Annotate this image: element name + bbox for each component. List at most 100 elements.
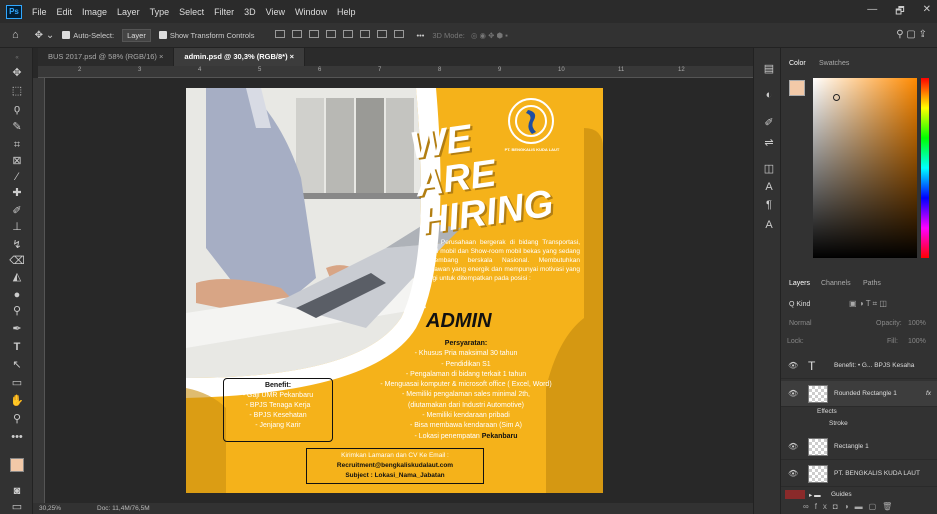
requirement-item: (diutamakan dari Industri Automotive) [408, 401, 524, 409]
menu-view[interactable]: View [266, 7, 285, 17]
zoom-tool[interactable]: ⚲ [9, 412, 25, 426]
tab-admin[interactable]: admin.psd @ 30,3% (RGB/8*) × [174, 48, 306, 66]
color-picker-field[interactable] [813, 78, 917, 258]
quick-mask-icon[interactable]: ◙ [9, 484, 25, 498]
menu-image[interactable]: Image [82, 7, 107, 17]
effects-row[interactable]: Effects [817, 408, 837, 415]
collapse-icon[interactable]: « [9, 51, 25, 65]
tab-swatches[interactable]: Swatches [819, 60, 849, 67]
close-button[interactable]: ✕ [923, 4, 931, 21]
character-icon[interactable]: A [761, 180, 777, 194]
healing-tool[interactable]: ✚ [9, 186, 25, 200]
tab-channels[interactable]: Channels [821, 280, 851, 287]
properties-icon[interactable]: ⇌ [761, 136, 777, 150]
document-tabs: BUS 2017.psd @ 58% (RGB/16) × admin.psd … [38, 48, 753, 66]
poster-canvas[interactable]: PT. BENGKALIS KUDA LAUT WE ARE HIRING Ka… [186, 88, 603, 493]
menu-window[interactable]: Window [295, 7, 327, 17]
shape-tool[interactable]: ▭ [9, 376, 25, 390]
fill-value[interactable]: 100% [908, 338, 926, 345]
align-icons[interactable] [268, 30, 405, 40]
adjustments-icon[interactable]: ◐ [761, 88, 777, 102]
effects-label: Effects [817, 408, 837, 415]
more-options-icon[interactable]: ••• [416, 31, 424, 40]
filter-kind[interactable]: Q Kind [789, 301, 810, 308]
requirement-item: - Khusus Pria maksimal 30 tahun [414, 350, 518, 358]
edit-toolbar-icon[interactable]: ••• [9, 430, 25, 444]
layer-row-guides[interactable]: ▸ ▬ Guides [781, 490, 937, 500]
blur-tool[interactable]: ● [9, 288, 25, 302]
layer-row-rounded-rect[interactable]: 👁 Rounded Rectangle 1 fx [781, 381, 937, 407]
menu-file[interactable]: File [32, 7, 47, 17]
requirement-item: - Pengalaman di bidang terkait 1 tahun [405, 370, 527, 378]
auto-select-checkbox[interactable]: Auto-Select: [62, 31, 114, 40]
minimize-button[interactable]: — [867, 4, 877, 21]
menu-layer[interactable]: Layer [117, 7, 140, 17]
fx-icon[interactable]: fx [926, 390, 931, 397]
opacity-value[interactable]: 100% [908, 320, 926, 327]
blend-mode[interactable]: Normal [789, 320, 812, 327]
menu-3d[interactable]: 3D [244, 7, 256, 17]
layers-footer-icons[interactable]: ∞fx◘◑▬▢🗑 [803, 502, 898, 511]
type-tool[interactable]: T [9, 340, 25, 354]
tab-close-icon[interactable]: × [159, 52, 163, 61]
history-brush-tool[interactable]: ↯ [9, 238, 25, 252]
hand-tool[interactable]: ✋ [9, 394, 25, 408]
eyedropper-tool[interactable]: ⁄ [9, 170, 25, 184]
restore-button[interactable]: 🗗 [895, 4, 904, 21]
tab-close-icon[interactable]: × [290, 52, 294, 61]
layer-row-rectangle[interactable]: 👁 Rectangle 1 [781, 434, 937, 460]
requirement-item: - Bisa membawa kendaraan (Sim A) [409, 422, 523, 430]
lasso-tool[interactable]: ϙ [9, 102, 25, 116]
menu-select[interactable]: Select [179, 7, 204, 17]
tools-panel: « ✥ ⬚ ϙ ✎ ⌗ ⊠ ⁄ ✚ ✐ ⊥ ↯ ⌫ ◭ ● ⚲ ✒ T ↖ ▭ … [0, 48, 33, 514]
path-select-tool[interactable]: ↖ [9, 358, 25, 372]
paragraph-icon[interactable]: ¶ [761, 198, 777, 212]
dodge-tool[interactable]: ⚲ [9, 304, 25, 318]
move-tool-icon[interactable]: ✥ ⌄ [35, 30, 55, 41]
show-transform-checkbox[interactable]: Show Transform Controls [158, 31, 254, 40]
menu-filter[interactable]: Filter [214, 7, 234, 17]
quick-select-tool[interactable]: ✎ [9, 120, 25, 134]
layer-row-company[interactable]: 👁 PT. BENGKALIS KUDA LAUT [781, 461, 937, 487]
tab-color[interactable]: Color [789, 60, 806, 67]
auto-select-target[interactable]: Layer [122, 28, 151, 42]
tab-layers[interactable]: Layers [789, 280, 810, 287]
home-icon[interactable]: ⌂ [12, 29, 19, 41]
menu-edit[interactable]: Edit [57, 7, 73, 17]
fill-label: Fill: [887, 338, 898, 345]
zoom-level[interactable]: 30,25% [39, 505, 61, 512]
menu-type[interactable]: Type [150, 7, 170, 17]
visibility-eye-icon[interactable]: 👁 [788, 389, 798, 398]
color-picker-cursor[interactable] [833, 94, 840, 101]
stroke-row[interactable]: Stroke [829, 420, 848, 427]
frame-tool[interactable]: ⊠ [9, 154, 25, 168]
filter-icons[interactable]: ▣ ◑ T ⌗ ◫ [849, 299, 887, 309]
glyphs-icon[interactable]: A [761, 218, 777, 232]
move-tool[interactable]: ✥ [9, 66, 25, 80]
layer-row-text[interactable]: 👁 T Benefit: • G... BPJS Kesaha [781, 353, 937, 379]
screen-mode-icon[interactable]: ▭ [9, 500, 25, 514]
fg-color-swatch[interactable] [789, 80, 805, 96]
hue-slider[interactable] [921, 78, 929, 258]
visibility-eye-icon[interactable]: 👁 [788, 469, 798, 478]
brush-settings-icon[interactable]: ✐ [761, 116, 777, 130]
menu-help[interactable]: Help [337, 7, 356, 17]
brush-tool[interactable]: ✐ [9, 204, 25, 218]
contact-subject: Subject : Lokasi_Nama_Jabatan [345, 472, 445, 479]
marquee-tool[interactable]: ⬚ [9, 84, 25, 98]
crop-tool[interactable]: ⌗ [9, 138, 25, 152]
contact-email: Recruitment@bengkaliskudalaut.com [336, 462, 454, 469]
visibility-eye-icon[interactable]: 👁 [788, 361, 798, 370]
eraser-tool[interactable]: ⌫ [9, 254, 25, 268]
gradient-tool[interactable]: ◭ [9, 270, 25, 284]
layer-name: PT. BENGKALIS KUDA LAUT [834, 470, 920, 477]
stamp-tool[interactable]: ⊥ [9, 220, 25, 234]
search-icon[interactable]: ⚲ ▢ ⇪ [896, 29, 927, 40]
foreground-color-swatch[interactable] [10, 458, 24, 472]
tab-bus-2017[interactable]: BUS 2017.psd @ 58% (RGB/16) × [38, 48, 175, 66]
visibility-eye-icon[interactable]: 👁 [788, 442, 798, 451]
history-icon[interactable]: ▤ [761, 62, 777, 76]
tab-paths[interactable]: Paths [863, 280, 881, 287]
libraries-icon[interactable]: ◫ [761, 162, 777, 176]
pen-tool[interactable]: ✒ [9, 322, 25, 336]
